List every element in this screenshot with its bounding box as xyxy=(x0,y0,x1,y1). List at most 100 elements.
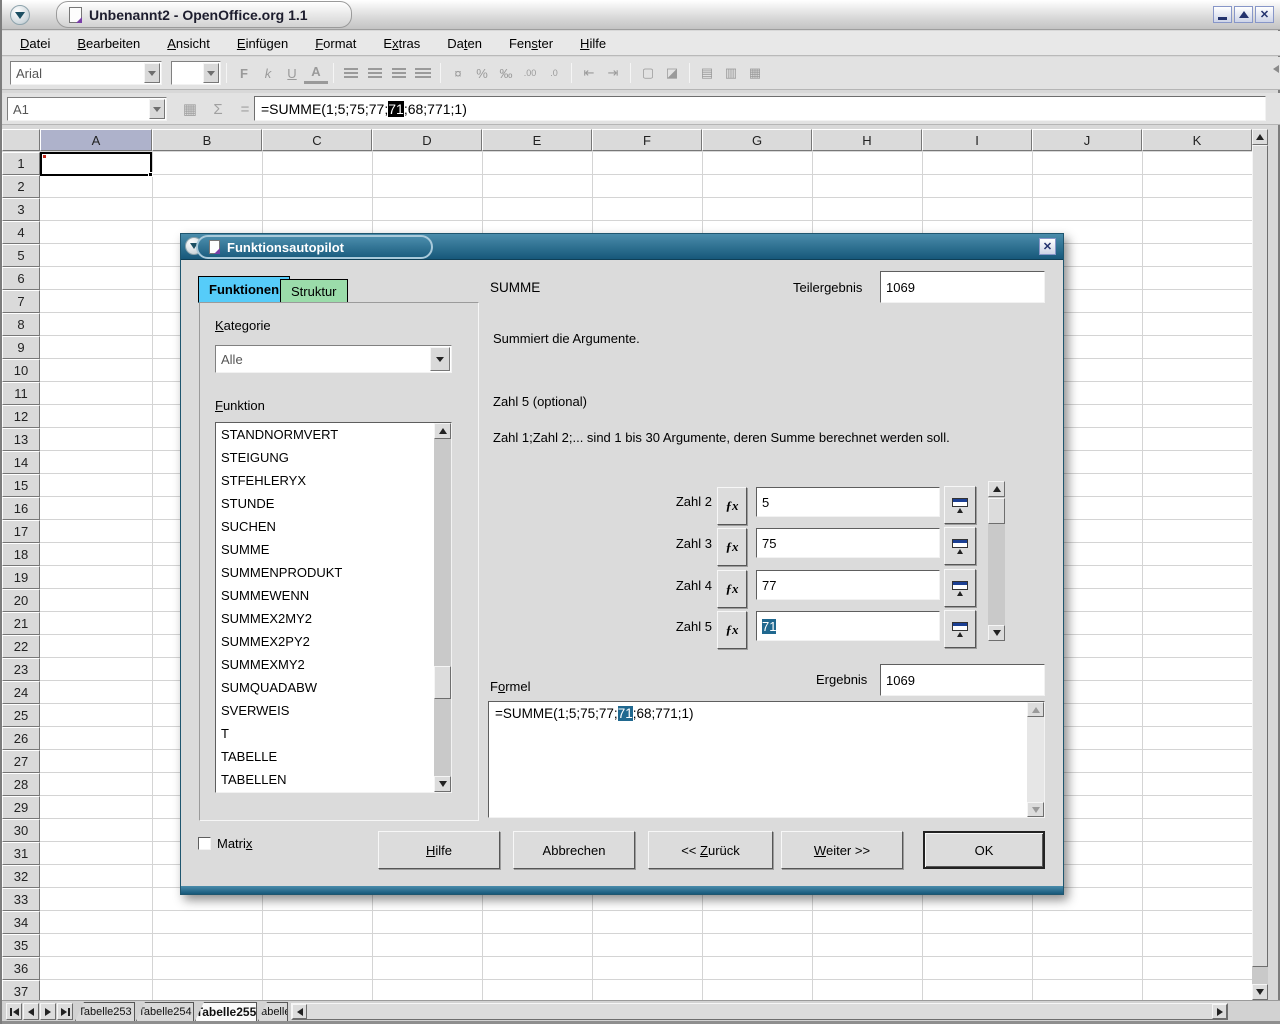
row-header[interactable]: 36 xyxy=(2,957,40,980)
align-justify-icon[interactable] xyxy=(411,62,435,84)
row-header[interactable]: 30 xyxy=(2,819,40,842)
zurueck-button[interactable]: << Zurück xyxy=(648,831,773,869)
standard-format-icon[interactable]: ‰ xyxy=(494,62,518,84)
zahl4-input[interactable]: 77 xyxy=(756,570,940,600)
font-size-combo[interactable] xyxy=(171,61,221,85)
function-list-item[interactable]: SUMQUADABW xyxy=(216,676,451,699)
matrix-label[interactable]: Matrix xyxy=(217,836,252,851)
abbrechen-button[interactable]: Abbrechen xyxy=(513,831,635,869)
row-header[interactable]: 12 xyxy=(2,405,40,428)
row-header[interactable]: 2 xyxy=(2,175,40,198)
column-header-i[interactable]: I xyxy=(922,129,1032,151)
scroll-down-button[interactable] xyxy=(1252,984,1268,1000)
scroll-right-button[interactable] xyxy=(1212,1004,1227,1019)
function-list-item[interactable]: STEIGUNG xyxy=(216,446,451,469)
column-header-j[interactable]: J xyxy=(1032,129,1142,151)
row-header[interactable]: 15 xyxy=(2,474,40,497)
tab-funktionen[interactable]: Funktionen xyxy=(198,276,290,303)
row-header[interactable]: 8 xyxy=(2,313,40,336)
next-sheet-button[interactable] xyxy=(40,1003,56,1020)
scroll-down-button[interactable] xyxy=(434,776,451,792)
function-list-item[interactable]: STANDNORMVERT xyxy=(216,423,451,446)
column-header-a[interactable]: A xyxy=(40,129,152,151)
sheet-tab-tabelle253[interactable]: Tabelle253 xyxy=(75,1002,135,1021)
vertical-scroll-thumb[interactable] xyxy=(1252,145,1268,967)
window-menu-button[interactable] xyxy=(10,5,30,25)
dialog-titlebar[interactable]: Funktionsautopilot ✕ xyxy=(181,234,1063,260)
zahl4-fx-button[interactable]: ƒx xyxy=(717,570,747,608)
chevron-down-icon[interactable] xyxy=(430,347,450,371)
menu-fenster[interactable]: Fenster xyxy=(499,34,563,53)
column-header-b[interactable]: B xyxy=(152,129,262,151)
previous-sheet-button[interactable] xyxy=(23,1003,39,1020)
row-header[interactable]: 14 xyxy=(2,451,40,474)
column-header-f[interactable]: F xyxy=(592,129,702,151)
zahl4-shrink-button[interactable] xyxy=(944,569,976,607)
weiter-button[interactable]: Weiter >> xyxy=(781,831,903,869)
sheet-tab-tabelle255[interactable]: Tabelle255 xyxy=(195,1002,257,1021)
row-header[interactable]: 32 xyxy=(2,865,40,888)
row-header[interactable]: 6 xyxy=(2,267,40,290)
function-list-item[interactable]: STFEHLERYX xyxy=(216,469,451,492)
kategorie-combo[interactable]: Alle xyxy=(215,345,452,373)
merge-cells-icon[interactable]: ▤ xyxy=(695,62,719,84)
fill-handle[interactable] xyxy=(148,172,153,177)
split-cells-icon[interactable]: ▦ xyxy=(743,62,767,84)
row-header[interactable]: 10 xyxy=(2,359,40,382)
tab-struktur[interactable]: Struktur xyxy=(280,279,348,303)
row-header[interactable]: 5 xyxy=(2,244,40,267)
add-decimal-icon[interactable]: .00 xyxy=(518,62,542,84)
matrix-checkbox[interactable] xyxy=(198,837,211,850)
menu-extras[interactable]: Extras xyxy=(373,34,430,53)
column-header-e[interactable]: E xyxy=(482,129,592,151)
currency-format-icon[interactable]: ¤ xyxy=(446,62,470,84)
scroll-up-button[interactable] xyxy=(988,481,1005,497)
row-header[interactable]: 13 xyxy=(2,428,40,451)
dialog-close-button[interactable]: ✕ xyxy=(1039,238,1056,255)
menu-bearbeiten[interactable]: Bearbeiten xyxy=(67,34,150,53)
sheet-tab-tabelle254[interactable]: Tabelle254 xyxy=(136,1002,194,1021)
zahl5-shrink-button[interactable] xyxy=(944,610,976,648)
function-list-item[interactable]: STUNDE xyxy=(216,492,451,515)
function-list-item[interactable]: TABELLEN xyxy=(216,768,451,791)
argument-scrollbar[interactable] xyxy=(988,481,1005,641)
maximize-button[interactable] xyxy=(1234,6,1253,23)
function-list-scrollbar[interactable] xyxy=(434,423,451,792)
row-header[interactable]: 27 xyxy=(2,750,40,773)
background-color-icon[interactable]: ◪ xyxy=(660,62,684,84)
menu-format[interactable]: Format xyxy=(305,34,366,53)
column-header-d[interactable]: D xyxy=(372,129,482,151)
zahl3-fx-button[interactable]: ƒx xyxy=(717,528,747,566)
toolbar-overflow-icon[interactable] xyxy=(1273,65,1279,73)
function-list-item[interactable]: SVERWEIS xyxy=(216,699,451,722)
row-header[interactable]: 35 xyxy=(2,934,40,957)
sheet-tab-tabelle256[interactable]: Tabelle xyxy=(258,1002,288,1021)
chevron-down-icon[interactable] xyxy=(203,63,219,83)
function-list-item[interactable]: SUMMENPRODUKT xyxy=(216,561,451,584)
italic-icon[interactable]: k xyxy=(256,62,280,84)
zahl2-shrink-button[interactable] xyxy=(944,486,976,524)
scroll-up-button[interactable] xyxy=(434,423,451,439)
first-sheet-button[interactable] xyxy=(6,1003,22,1020)
row-header[interactable]: 11 xyxy=(2,382,40,405)
formel-textarea[interactable]: =SUMME(1;5;75;77;71;68;771;1) xyxy=(488,701,1045,818)
row-header[interactable]: 18 xyxy=(2,543,40,566)
row-header[interactable]: 28 xyxy=(2,773,40,796)
row-header[interactable]: 20 xyxy=(2,589,40,612)
align-center-icon[interactable] xyxy=(363,62,387,84)
row-header[interactable]: 19 xyxy=(2,566,40,589)
column-header-g[interactable]: G xyxy=(702,129,812,151)
ok-button[interactable]: OK xyxy=(923,831,1045,869)
function-list-item[interactable]: SUCHEN xyxy=(216,515,451,538)
bold-icon[interactable]: F xyxy=(232,62,256,84)
increase-indent-icon[interactable]: ⇥ xyxy=(601,62,625,84)
delete-decimal-icon[interactable]: .0 xyxy=(542,62,566,84)
row-header[interactable]: 4 xyxy=(2,221,40,244)
row-header[interactable]: 9 xyxy=(2,336,40,359)
row-header[interactable]: 33 xyxy=(2,888,40,911)
function-list-item[interactable]: SUMMEWENN xyxy=(216,584,451,607)
row-header[interactable]: 37 xyxy=(2,980,40,1002)
function-list-item[interactable]: TABELLE xyxy=(216,745,451,768)
row-header[interactable]: 26 xyxy=(2,727,40,750)
decrease-indent-icon[interactable]: ⇤ xyxy=(577,62,601,84)
